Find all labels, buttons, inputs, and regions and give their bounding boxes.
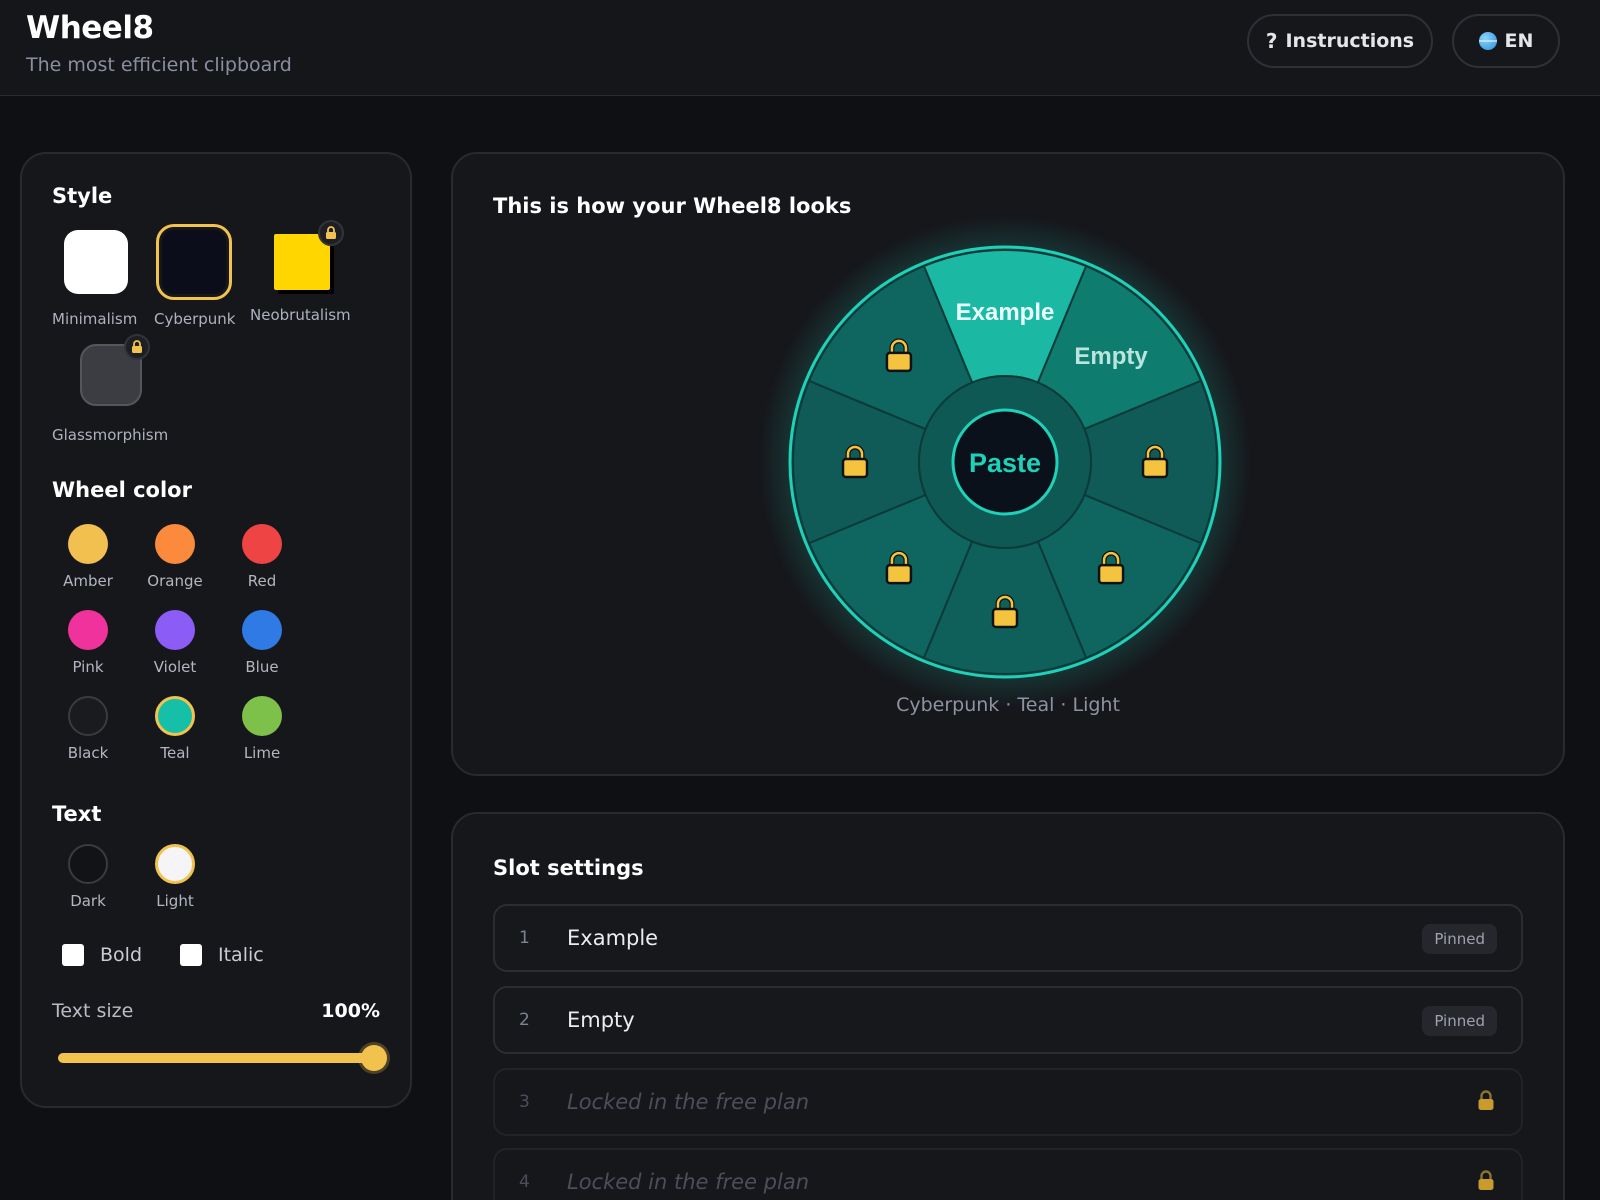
- wheel-color-teal[interactable]: Teal: [135, 696, 215, 762]
- text-color-light[interactable]: Light: [135, 844, 215, 910]
- glassmorphism-lock-icon: [124, 334, 150, 360]
- slot-settings-panel: Slot settings 1 Example Pinned 2 Empty P…: [451, 812, 1565, 1200]
- preview-caption: Cyberpunk · Teal · Light: [896, 694, 1120, 716]
- lime-label: Lime: [243, 744, 281, 762]
- text-section-title: Text: [52, 802, 102, 826]
- pinned-badge: Pinned: [1422, 1006, 1497, 1036]
- slot-text: Locked in the free plan: [567, 1090, 810, 1114]
- wheel-color-orange[interactable]: Orange: [135, 524, 215, 590]
- black-label: Black: [67, 744, 109, 762]
- slot-row-2[interactable]: 2 Empty Pinned: [493, 986, 1523, 1054]
- wheel-slot-label-2: Empty: [1074, 343, 1148, 370]
- italic-checkbox[interactable]: [180, 944, 202, 966]
- style-minimalism-swatch[interactable]: [64, 230, 128, 294]
- app-header: Wheel8 The most efficient clipboard ? In…: [0, 0, 1600, 96]
- text-size-slider[interactable]: [58, 1053, 374, 1063]
- black-swatch: [68, 696, 108, 736]
- light-swatch: [155, 844, 195, 884]
- text-size-value: 100%: [321, 1000, 380, 1022]
- paste-label: Paste: [969, 448, 1041, 478]
- pink-label: Pink: [72, 658, 104, 676]
- style-neobrutalism-label: Neobrutalism: [250, 306, 351, 324]
- app-subtitle: The most efficient clipboard: [26, 54, 292, 76]
- app-title: Wheel8: [26, 10, 154, 46]
- preview-panel: This is how your Wheel8 looks Example Emp…: [451, 152, 1565, 776]
- wheel-slot-label-1: Example: [956, 299, 1055, 326]
- slot-row-1[interactable]: 1 Example Pinned: [493, 904, 1523, 972]
- slot-text: Empty: [567, 1008, 635, 1032]
- violet-swatch: [155, 610, 195, 650]
- lock-icon: [1477, 1170, 1495, 1196]
- amber-swatch: [68, 524, 108, 564]
- dark-swatch: [68, 844, 108, 884]
- customization-panel: Style Minimalism Cyberpunk Neobrutalism …: [20, 152, 412, 1108]
- wheel-preview: Example Empty Paste: [759, 216, 1251, 708]
- orange-label: Orange: [147, 572, 203, 590]
- dark-label: Dark: [70, 892, 106, 910]
- style-cyberpunk-label: Cyberpunk: [154, 310, 236, 328]
- question-mark-icon: ?: [1265, 29, 1278, 53]
- style-glassmorphism-label: Glassmorphism: [52, 426, 169, 444]
- wheel-color-violet[interactable]: Violet: [135, 610, 215, 676]
- orange-swatch: [155, 524, 195, 564]
- slot-number: 4: [519, 1172, 530, 1192]
- slot-number: 1: [519, 928, 530, 948]
- violet-label: Violet: [153, 658, 197, 676]
- slot-row-4: 4 Locked in the free plan: [493, 1148, 1523, 1200]
- text-size-slider-thumb[interactable]: [361, 1045, 387, 1071]
- amber-label: Amber: [63, 572, 113, 590]
- slot-row-3: 3 Locked in the free plan: [493, 1068, 1523, 1136]
- neobrutalism-lock-icon: [318, 220, 344, 246]
- slot-text: Locked in the free plan: [567, 1170, 810, 1194]
- lime-swatch: [242, 696, 282, 736]
- style-cyberpunk-swatch[interactable]: [156, 224, 232, 300]
- bold-label: Bold: [100, 944, 142, 966]
- slot-number: 2: [519, 1010, 530, 1030]
- lock-icon: [1477, 1090, 1495, 1116]
- blue-swatch: [242, 610, 282, 650]
- red-label: Red: [247, 572, 277, 590]
- wheel-color-blue[interactable]: Blue: [222, 610, 302, 676]
- instructions-button[interactable]: ? Instructions: [1247, 14, 1433, 68]
- slot-settings-title: Slot settings: [493, 856, 644, 880]
- light-label: Light: [156, 892, 194, 910]
- red-swatch: [242, 524, 282, 564]
- wheel-color-section-title: Wheel color: [52, 478, 192, 502]
- text-color-dark[interactable]: Dark: [48, 844, 128, 910]
- blue-label: Blue: [245, 658, 279, 676]
- instructions-label: Instructions: [1285, 30, 1415, 52]
- slot-number: 3: [519, 1092, 530, 1112]
- text-size-slider-fill: [58, 1053, 374, 1063]
- wheel-color-pink[interactable]: Pink: [48, 610, 128, 676]
- wheel-color-red[interactable]: Red: [222, 524, 302, 590]
- wheel-color-amber[interactable]: Amber: [48, 524, 128, 590]
- globe-icon: [1478, 32, 1497, 50]
- text-size-label: Text size: [52, 1000, 134, 1022]
- italic-label: Italic: [218, 944, 264, 966]
- wheel-color-black[interactable]: Black: [48, 696, 128, 762]
- pink-swatch: [68, 610, 108, 650]
- pinned-badge: Pinned: [1422, 924, 1497, 954]
- style-minimalism-label: Minimalism: [52, 310, 138, 328]
- teal-swatch: [155, 696, 195, 736]
- style-section-title: Style: [52, 184, 113, 208]
- teal-label: Teal: [160, 744, 190, 762]
- bold-checkbox[interactable]: [62, 944, 84, 966]
- language-label: EN: [1504, 30, 1534, 52]
- language-button[interactable]: EN: [1452, 14, 1560, 68]
- wheel-color-lime[interactable]: Lime: [222, 696, 302, 762]
- slot-text: Example: [567, 926, 659, 950]
